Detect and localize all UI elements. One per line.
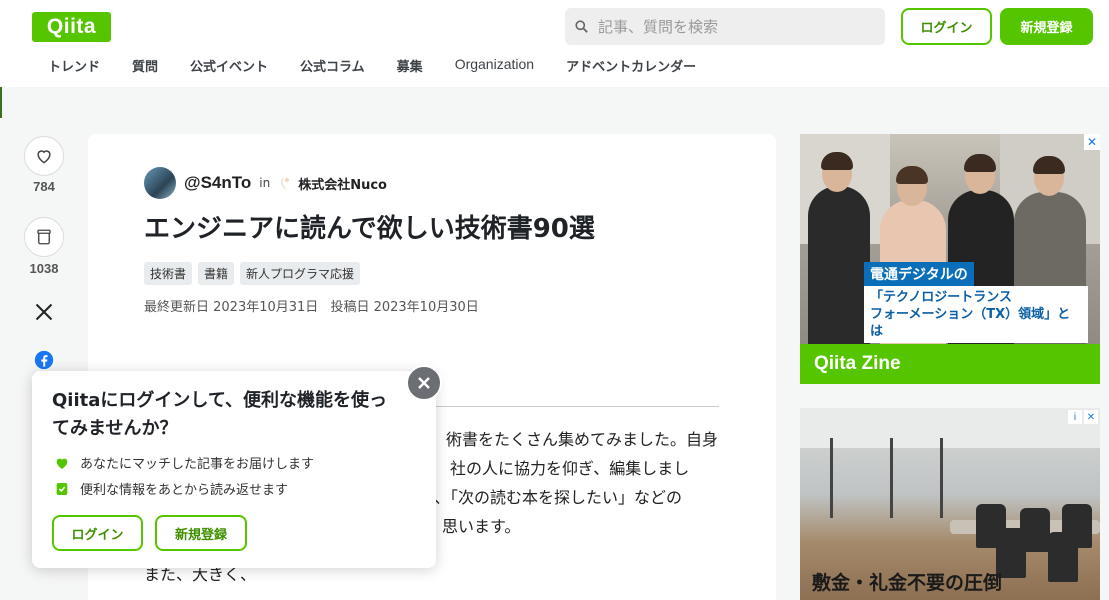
ad-headline: 電通デジタルの bbox=[864, 262, 974, 286]
progress-indicator bbox=[0, 87, 2, 118]
ad-person-hair bbox=[964, 154, 996, 172]
nav-item-recruitment[interactable]: 募集 bbox=[381, 56, 439, 78]
nav-item-organization[interactable]: Organization bbox=[439, 56, 550, 78]
ad-person-hair bbox=[896, 166, 928, 184]
qiita-logo[interactable]: Qiita bbox=[32, 12, 111, 42]
close-icon bbox=[418, 377, 430, 389]
ad-close-icon[interactable]: ✕ bbox=[1084, 410, 1098, 424]
avatar[interactable] bbox=[144, 167, 176, 199]
heart-icon bbox=[37, 150, 51, 164]
x-share-button[interactable] bbox=[34, 302, 54, 326]
search-icon bbox=[575, 20, 588, 33]
nav-item-questions[interactable]: 質問 bbox=[116, 56, 174, 78]
heart-filled-icon bbox=[56, 458, 68, 469]
article-author: @S4nTo in 株式会社Nuco bbox=[144, 167, 387, 199]
popup-close-button[interactable] bbox=[406, 365, 442, 401]
article-title: エンジニアに読んで欲しい技術書90選 bbox=[144, 214, 595, 244]
ad-subheadline: 「テクノロジートランス フォーメーション（TX）領域」とは bbox=[864, 286, 1088, 343]
nav-item-official-columns[interactable]: 公式コラム bbox=[284, 56, 381, 78]
stock-check-icon bbox=[56, 482, 68, 495]
ad-person-hair bbox=[1033, 156, 1065, 174]
organization-logo-icon bbox=[281, 176, 290, 190]
ad-close-icon[interactable]: ✕ bbox=[1084, 134, 1100, 150]
ad-caption: 敷金・礼金不要の圧倒 bbox=[812, 572, 1003, 594]
ad-subheadline-line: フォーメーション（TX）領域」とは bbox=[870, 307, 1071, 339]
updated-date: 最終更新日 2023年10月31日 bbox=[144, 300, 319, 315]
nav-item-trend[interactable]: トレンド bbox=[32, 56, 116, 78]
like-count: 784 bbox=[33, 179, 55, 194]
search-input[interactable] bbox=[598, 17, 858, 36]
sidebar-ad-office[interactable]: 敷金・礼金不要の圧倒 i ✕ bbox=[800, 408, 1100, 600]
ad-choices-badge[interactable]: i ✕ bbox=[1068, 410, 1098, 424]
article-dates: 最終更新日 2023年10月31日 投稿日 2023年10月30日 bbox=[144, 296, 479, 315]
signup-button[interactable]: 新規登録 bbox=[1000, 8, 1093, 45]
like-button[interactable] bbox=[24, 136, 64, 176]
popup-title: Qiitaにログインして、便利な機能を使ってみませんか？ bbox=[52, 390, 387, 439]
stock-button[interactable] bbox=[24, 217, 64, 257]
search-box[interactable] bbox=[565, 8, 885, 45]
stock-icon bbox=[37, 229, 51, 245]
popup-benefit-item: あなたにマッチした記事をお届けします bbox=[54, 453, 314, 472]
nav-item-official-events[interactable]: 公式イベント bbox=[174, 56, 284, 78]
ad-person bbox=[808, 186, 870, 346]
tag-item[interactable]: 技術書 bbox=[144, 262, 193, 285]
qiita-zine-logo: Qiita Zine bbox=[800, 344, 1100, 384]
popup-benefit-text: 便利な情報をあとから読み返せます bbox=[80, 483, 289, 498]
section-divider bbox=[406, 406, 719, 407]
ad-photo-chair bbox=[1048, 532, 1078, 582]
posted-date: 投稿日 2023年10月30日 bbox=[330, 300, 479, 315]
popup-benefit-text: あなたにマッチした記事をお届けします bbox=[80, 457, 315, 472]
x-share-icon bbox=[35, 303, 53, 321]
author-in-label: in bbox=[259, 176, 271, 190]
tag-list: 技術書 書籍 新人プログラマ応援 bbox=[144, 262, 361, 285]
login-button[interactable]: ログイン bbox=[901, 8, 992, 45]
ad-subheadline-line: 「テクノロジートランス bbox=[870, 290, 1012, 305]
ad-info-icon[interactable]: i bbox=[1068, 410, 1082, 424]
body-text-line: 、「次の読む本を探したい」などの bbox=[434, 488, 683, 507]
body-text-line: 思います。 bbox=[442, 517, 521, 536]
popup-benefit-item: 便利な情報をあとから読み返せます bbox=[54, 479, 288, 498]
tag-item[interactable]: 新人プログラマ応援 bbox=[240, 262, 361, 285]
ad-photo-glass bbox=[940, 438, 943, 518]
author-name[interactable]: @S4nTo bbox=[184, 173, 251, 193]
ad-photo-glass bbox=[830, 438, 833, 518]
ad-photo-glass bbox=[890, 438, 893, 518]
ad-photo-ceiling bbox=[800, 408, 1100, 448]
sidebar-ad-qiita-zine[interactable]: 電通デジタルの 「テクノロジートランス フォーメーション（TX）領域」とは Qi… bbox=[800, 134, 1100, 384]
popup-signup-button[interactable]: 新規登録 bbox=[155, 515, 247, 551]
stock-count: 1038 bbox=[29, 261, 59, 276]
tag-item[interactable]: 書籍 bbox=[198, 262, 235, 285]
ad-person-hair bbox=[821, 152, 853, 170]
popup-login-button[interactable]: ログイン bbox=[52, 515, 143, 551]
facebook-share-icon bbox=[34, 350, 54, 370]
site-header: Qiita ログイン 新規登録 トレンド 質問 公式イベント 公式コラム 募集 … bbox=[0, 0, 1109, 87]
body-text-line: 術書をたくさん集めてみました。自身 bbox=[446, 430, 719, 449]
body-text-line: 社の人に協力を仰ぎ、編集しまし bbox=[450, 459, 690, 478]
main-nav: トレンド 質問 公式イベント 公式コラム 募集 Organization アドベ… bbox=[32, 56, 712, 78]
login-prompt-popup: Qiitaにログインして、便利な機能を使ってみませんか？ あなたにマッチした記事… bbox=[32, 371, 436, 568]
nav-item-advent-calendar[interactable]: アドベントカレンダー bbox=[550, 56, 712, 78]
organization-name[interactable]: 株式会社Nuco bbox=[298, 174, 387, 193]
